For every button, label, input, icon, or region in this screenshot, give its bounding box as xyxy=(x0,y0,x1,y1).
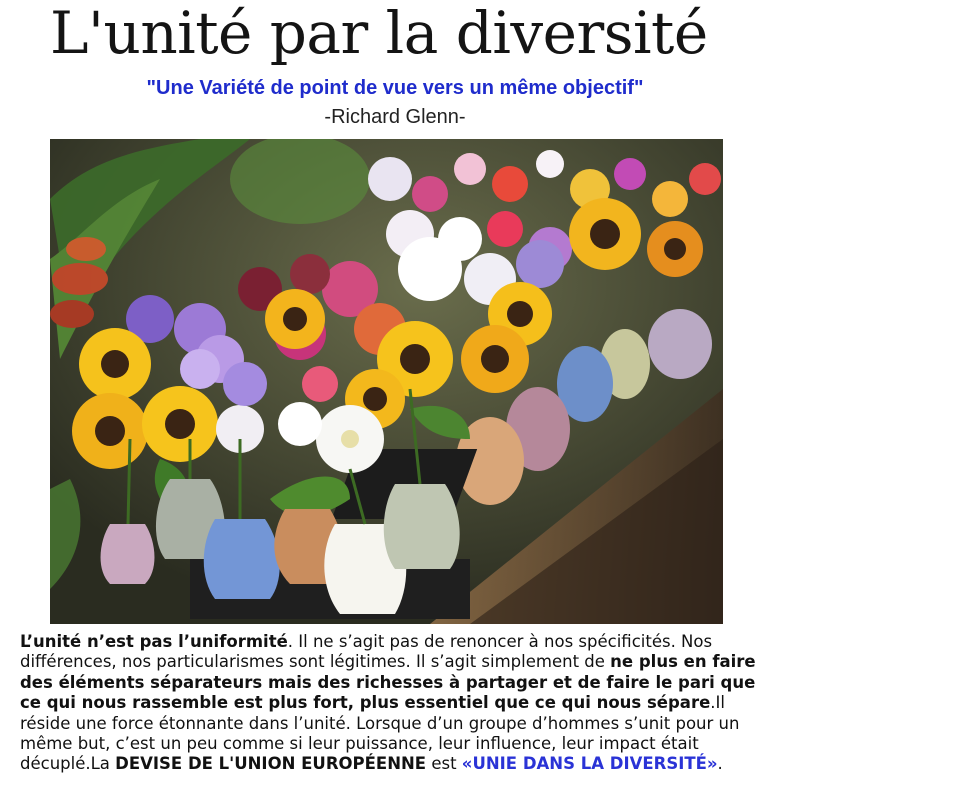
quote-author: -Richard Glenn- xyxy=(324,106,466,128)
article-paragraph: L’unité n’est pas l’uniformité. Il ne s’… xyxy=(20,632,765,775)
eu-motto-link[interactable]: «UNIE DANS LA DIVERSITÉ» xyxy=(462,754,718,773)
flowers-illustration xyxy=(50,139,723,624)
page-title: L'unité par la diversité xyxy=(50,0,708,67)
page: L'unité par la diversité "Une Variété de… xyxy=(0,0,978,800)
article-bold-1: L’unité n’est pas l’uniformité xyxy=(20,632,288,651)
flowers-photo xyxy=(50,139,723,624)
article-text-3: est xyxy=(426,754,462,774)
article-text-end: . xyxy=(717,754,723,774)
quote: "Une Variété de point de vue vers un mêm… xyxy=(146,77,644,99)
article-bold-3: DEVISE DE L'UNION EUROPÉENNE xyxy=(115,754,427,774)
